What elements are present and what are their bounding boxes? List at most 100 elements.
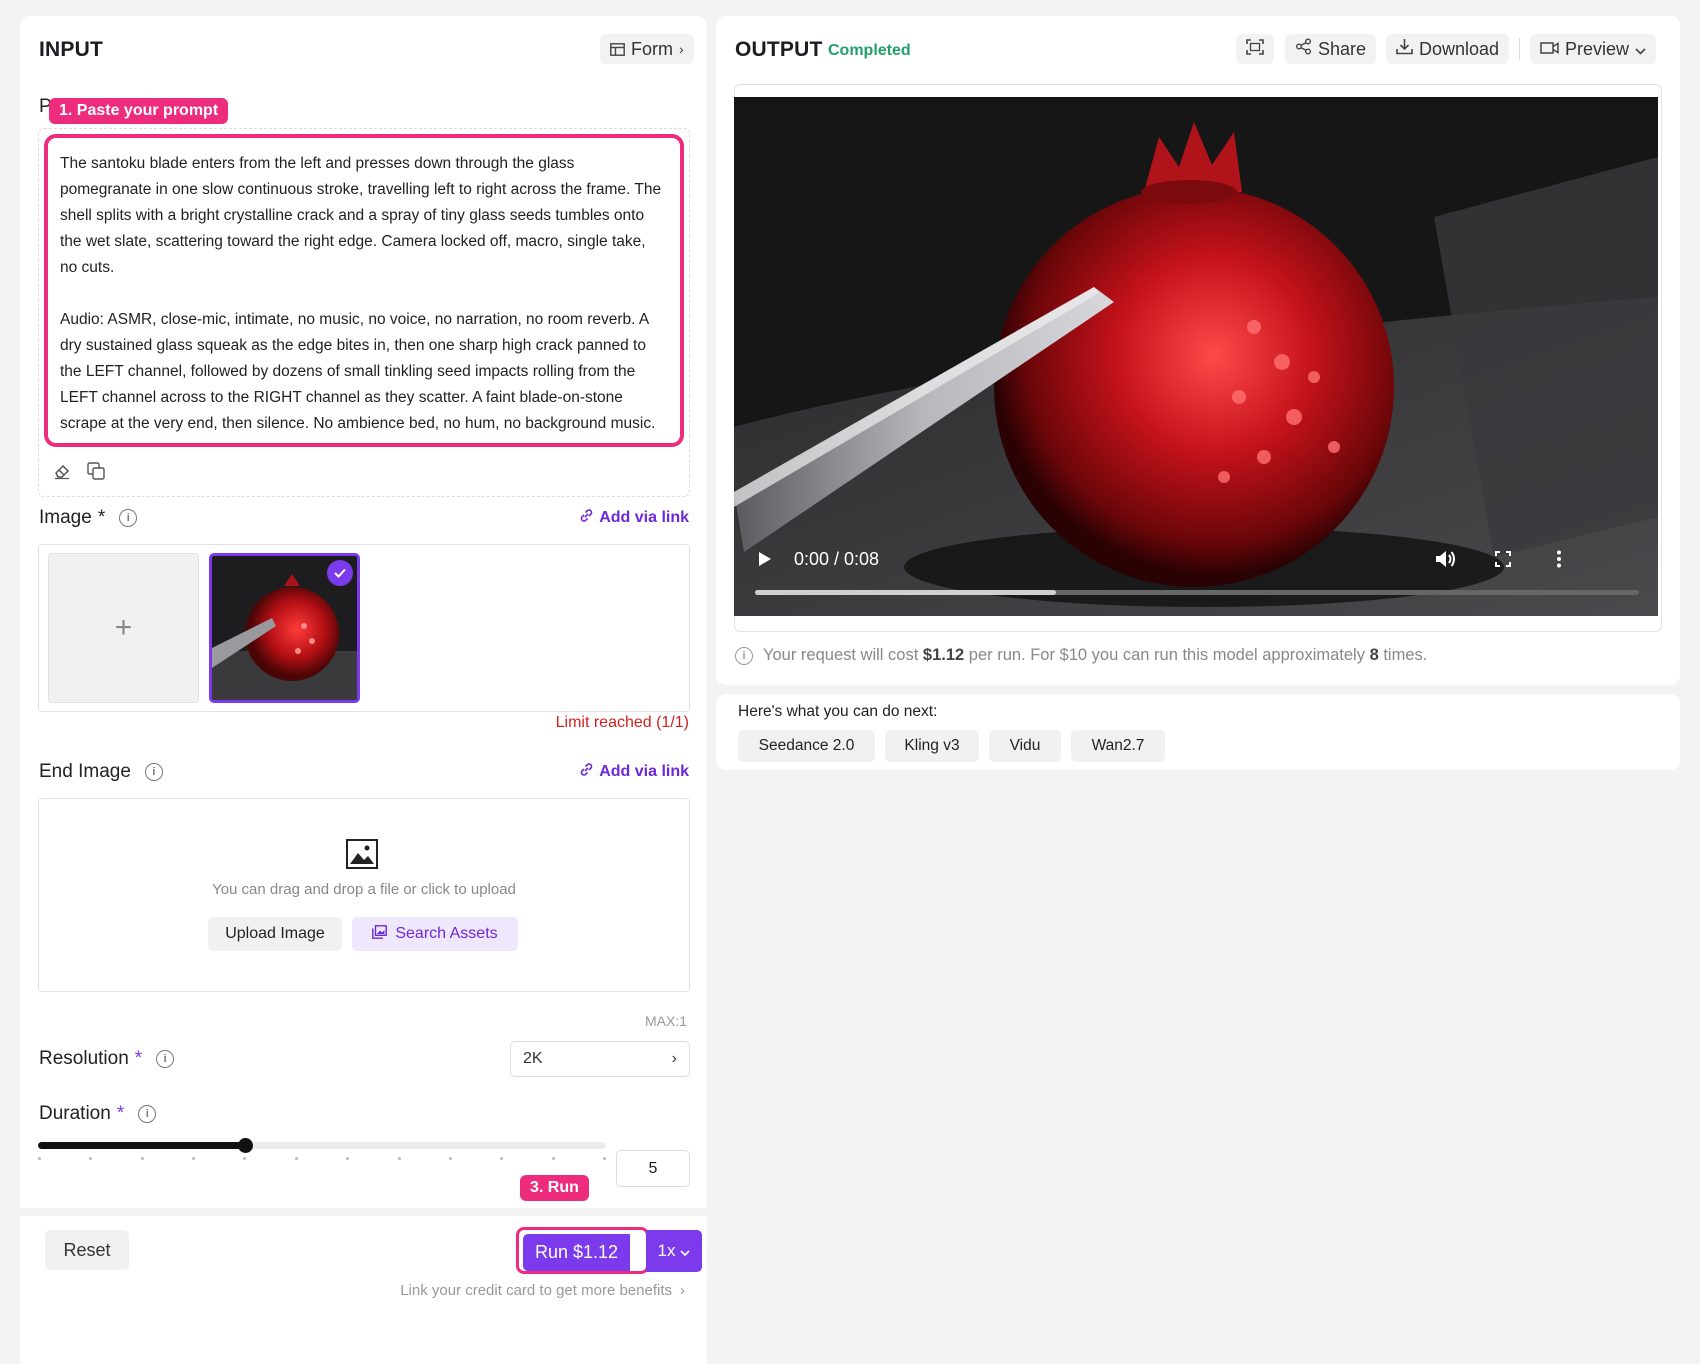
run-multiplier-select[interactable]: 1x — [646, 1230, 702, 1272]
slider-tick — [294, 1157, 298, 1160]
duration-label: Duration * i — [39, 1103, 157, 1125]
image-add-via-link[interactable]: Add via link — [579, 508, 689, 528]
download-label: Download — [1419, 38, 1500, 59]
toolbar-separator — [1519, 38, 1520, 60]
end-image-add-via-link[interactable]: Add via link — [579, 762, 689, 782]
end-image-dropzone[interactable]: You can drag and drop a file or click to… — [38, 798, 690, 992]
chevron-right-icon: › — [679, 41, 684, 57]
expand-icon — [1246, 38, 1264, 60]
image-placeholder-icon — [346, 839, 378, 874]
run-tag: 3. Run — [520, 1175, 589, 1201]
fullscreen-button[interactable] — [1236, 34, 1274, 64]
info-icon[interactable]: i — [144, 763, 163, 781]
slider-tick — [140, 1157, 144, 1160]
more-options-icon[interactable] — [1556, 550, 1562, 573]
status-badge: Completed — [828, 42, 911, 59]
output-panel: OUTPUT Completed Share Download Preview — [716, 16, 1680, 685]
input-title: INPUT — [39, 38, 103, 61]
plus-icon: + — [114, 611, 133, 644]
cost-times: 8 — [1369, 646, 1379, 664]
next-steps-panel: Here's what you can do next: Seedance 2.… — [716, 694, 1680, 770]
play-icon[interactable] — [758, 551, 772, 572]
footer-divider — [20, 1208, 707, 1216]
share-label: Share — [1318, 38, 1367, 59]
share-button[interactable]: Share — [1285, 34, 1377, 64]
run-button[interactable]: Run $1.12 — [523, 1234, 630, 1271]
credit-card-link[interactable]: Link your credit card to get more benefi… — [400, 1282, 685, 1299]
slider-tick — [38, 1157, 41, 1160]
model-chip[interactable]: Kling v3 — [885, 730, 979, 762]
info-icon[interactable]: i — [156, 1050, 175, 1068]
selected-image-thumbnail[interactable] — [209, 553, 360, 703]
info-icon[interactable]: i — [119, 509, 138, 527]
cost-suffix: times. — [1378, 646, 1428, 664]
copy-icon[interactable] — [87, 462, 105, 485]
table-icon — [610, 42, 625, 56]
slider-tick — [603, 1157, 606, 1160]
cost-middle: per run. For $10 you can run this model … — [964, 646, 1370, 664]
chevron-down-icon — [1635, 39, 1646, 60]
form-view-button[interactable]: Form › — [600, 34, 694, 64]
eraser-icon[interactable] — [53, 462, 71, 485]
video-progress-bar[interactable] — [755, 590, 1639, 595]
video-controls: 0:00 / 0:08 — [734, 536, 1658, 616]
cost-amount: $1.12 — [922, 646, 965, 664]
slider-tick — [346, 1157, 350, 1160]
video-progress-fill — [755, 590, 1056, 595]
share-icon — [1295, 38, 1312, 60]
assets-icon — [372, 924, 388, 944]
model-chip[interactable]: Wan2.7 — [1071, 730, 1165, 762]
resolution-value: 2K — [523, 1050, 543, 1067]
video-camera-icon — [1540, 39, 1559, 60]
slider-tick — [448, 1157, 452, 1160]
slider-tick — [551, 1157, 555, 1160]
run-highlight: Run $1.12 — [516, 1227, 649, 1274]
prompt-textarea[interactable]: The santoku blade enters from the left a… — [44, 134, 684, 447]
link-icon — [579, 508, 594, 528]
preview-dropdown[interactable]: Preview — [1530, 34, 1657, 64]
duration-slider-handle[interactable] — [237, 1138, 253, 1153]
resolution-select[interactable]: 2K › — [510, 1041, 690, 1077]
image-upload-area: + — [38, 544, 690, 712]
model-chip[interactable]: Vidu — [989, 730, 1061, 762]
add-via-link-label: Add via link — [599, 763, 689, 780]
model-chip[interactable]: Seedance 2.0 — [738, 730, 875, 762]
add-via-link-label: Add via link — [599, 509, 689, 526]
output-title: OUTPUT — [735, 38, 823, 61]
input-panel: INPUT Form › P The santoku blade enters … — [20, 16, 707, 1364]
dropzone-hint: You can drag and drop a file or click to… — [212, 881, 516, 898]
search-assets-label: Search Assets — [395, 925, 498, 942]
duration-slider-ticks — [38, 1157, 606, 1161]
slider-tick — [192, 1157, 196, 1160]
info-icon[interactable]: i — [138, 1105, 157, 1123]
download-button[interactable]: Download — [1386, 34, 1510, 64]
duration-slider-fill — [38, 1142, 245, 1149]
required-marker: * — [116, 1103, 125, 1124]
end-image-label-text: End Image — [39, 761, 131, 782]
limit-reached-text: Limit reached (1/1) — [555, 714, 689, 731]
resolution-label: Resolution * i — [39, 1048, 175, 1070]
upload-image-button[interactable]: Upload Image — [208, 917, 342, 951]
search-assets-button[interactable]: Search Assets — [352, 917, 518, 951]
video-player[interactable]: 0:00 / 0:08 — [734, 97, 1658, 616]
chevron-right-icon: › — [671, 1050, 677, 1067]
slider-tick — [89, 1157, 93, 1160]
max-count: MAX:1 — [644, 1013, 687, 1029]
chevron-down-icon — [680, 1241, 691, 1261]
cost-text: Your request will cost $1.12 per run. Fo… — [763, 646, 1427, 665]
form-view-label: Form — [631, 38, 673, 59]
end-image-label: End Image i — [39, 761, 163, 783]
info-icon: i — [735, 646, 753, 665]
fullscreen-icon[interactable] — [1495, 551, 1511, 572]
cost-note: i Your request will cost $1.12 per run. … — [735, 646, 1427, 665]
volume-icon[interactable] — [1435, 549, 1457, 574]
next-steps-title: Here's what you can do next: — [738, 703, 938, 720]
benefit-text: Link your credit card to get more benefi… — [400, 1282, 672, 1299]
reset-button[interactable]: Reset — [45, 1230, 129, 1270]
prompt-toolbar — [53, 462, 105, 485]
add-image-button[interactable]: + — [48, 553, 199, 703]
duration-input[interactable]: 5 — [616, 1150, 690, 1187]
duration-slider[interactable] — [38, 1138, 606, 1153]
duration-label-text: Duration — [39, 1103, 111, 1124]
prompt-field-wrapper: The santoku blade enters from the left a… — [38, 128, 690, 497]
